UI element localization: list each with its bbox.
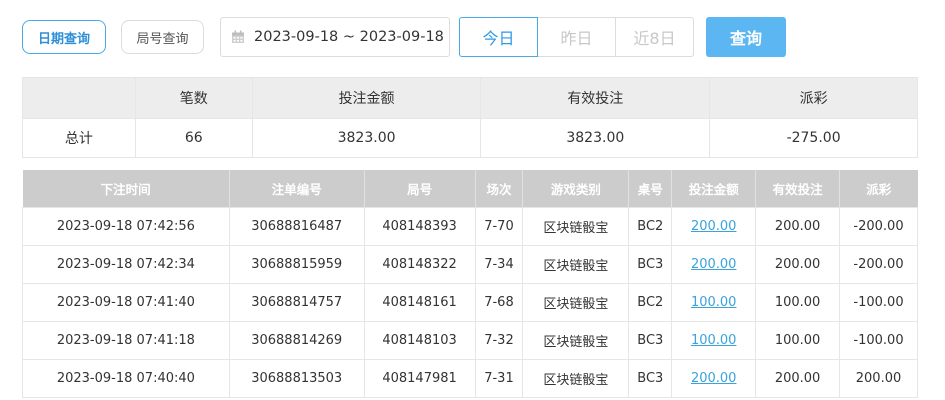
row-valid: 100.00 <box>755 320 841 360</box>
bet-amount-link[interactable]: 100.00 <box>691 295 737 310</box>
summary-total-bet: 3823.00 <box>251 118 482 158</box>
detail-header-table: 桌号 <box>628 170 673 207</box>
row-session: 7-70 <box>474 206 524 246</box>
summary-total-payout: -275.00 <box>709 118 918 158</box>
summary-total-count: 66 <box>134 118 253 158</box>
detail-header-row: 下注时间 注单编号 局号 场次 游戏类别 桌号 投注金额 有效投注 派彩 <box>22 170 918 207</box>
summary-total-label: 总计 <box>22 118 136 158</box>
row-payout: -200.00 <box>839 244 918 284</box>
row-session: 7-34 <box>474 244 524 284</box>
bet-amount-link[interactable]: 100.00 <box>691 333 737 348</box>
row-game: 区块链骰宝 <box>522 358 630 398</box>
summary-table: 笔数 投注金额 有效投注 派彩 总计 66 3823.00 3823.00 -2… <box>22 77 918 158</box>
row-session: 7-32 <box>474 320 524 360</box>
row-payout: -100.00 <box>839 282 918 322</box>
detail-header-order: 注单编号 <box>229 170 365 207</box>
row-bet-link[interactable]: 200.00 <box>671 358 757 398</box>
summary-header-valid: 有效投注 <box>480 77 711 119</box>
date-range-value: 2023-09-18 ~ 2023-09-18 <box>254 29 444 45</box>
row-valid: 200.00 <box>755 358 841 398</box>
quick-date-selector: 今日 昨日 近8日 <box>459 17 694 57</box>
calendar-icon <box>232 30 244 43</box>
row-table: BC3 <box>628 320 673 360</box>
row-order: 30688813503 <box>228 358 365 398</box>
row-session: 7-68 <box>474 282 524 322</box>
row-round: 408148393 <box>363 206 476 246</box>
date-range-picker[interactable]: 2023-09-18 ~ 2023-09-18 <box>220 17 450 57</box>
quick-yesterday-button[interactable]: 昨日 <box>537 17 616 57</box>
row-round: 408148161 <box>363 282 476 322</box>
row-payout: 200.00 <box>839 358 918 398</box>
row-valid: 200.00 <box>755 206 841 246</box>
row-time: 2023-09-18 07:41:40 <box>22 282 230 322</box>
row-game: 区块链骰宝 <box>522 244 630 284</box>
row-time: 2023-09-18 07:40:40 <box>22 358 230 398</box>
detail-header-payout: 派彩 <box>839 170 918 207</box>
summary-header-bet: 投注金额 <box>251 77 482 119</box>
row-game: 区块链骰宝 <box>522 320 630 360</box>
row-round: 408148322 <box>363 244 476 284</box>
row-game: 区块链骰宝 <box>522 206 630 246</box>
detail-header-time: 下注时间 <box>22 170 230 207</box>
detail-header-valid: 有效投注 <box>755 170 841 207</box>
table-row: 2023-09-18 07:41:18 30688814269 40814810… <box>22 320 918 360</box>
row-bet-link[interactable]: 200.00 <box>671 244 757 284</box>
tab-date-query[interactable]: 日期查询 <box>22 20 106 54</box>
row-payout: -200.00 <box>839 206 918 246</box>
summary-header-blank <box>22 77 136 119</box>
row-table: BC2 <box>628 206 673 246</box>
row-table: BC2 <box>628 282 673 322</box>
summary-header-count: 笔数 <box>134 77 253 119</box>
row-bet-link[interactable]: 200.00 <box>671 206 757 246</box>
table-row: 2023-09-18 07:41:40 30688814757 40814816… <box>22 282 918 322</box>
row-game: 区块链骰宝 <box>522 282 630 322</box>
table-row: 2023-09-18 07:42:34 30688815959 40814832… <box>22 244 918 284</box>
table-row: 2023-09-18 07:40:40 30688813503 40814798… <box>22 358 918 398</box>
tab-round-query[interactable]: 局号查询 <box>121 20 204 54</box>
row-bet-link[interactable]: 100.00 <box>671 320 757 360</box>
row-order: 30688814757 <box>228 282 365 322</box>
detail-header-game: 游戏类别 <box>522 170 630 207</box>
row-time: 2023-09-18 07:41:18 <box>22 320 230 360</box>
summary-total-valid: 3823.00 <box>480 118 711 158</box>
detail-header-round: 局号 <box>364 170 476 207</box>
row-session: 7-31 <box>474 358 524 398</box>
bet-amount-link[interactable]: 200.00 <box>691 219 737 234</box>
row-order: 30688814269 <box>228 320 365 360</box>
row-payout: -100.00 <box>839 320 918 360</box>
summary-header-row: 笔数 投注金额 有效投注 派彩 <box>22 77 918 119</box>
summary-header-payout: 派彩 <box>709 77 918 119</box>
quick-8days-button[interactable]: 近8日 <box>615 17 694 57</box>
row-table: BC3 <box>628 244 673 284</box>
table-row: 2023-09-18 07:42:56 30688816487 40814839… <box>22 206 918 246</box>
quick-today-button[interactable]: 今日 <box>459 17 538 57</box>
row-time: 2023-09-18 07:42:34 <box>22 244 230 284</box>
row-round: 408148103 <box>363 320 476 360</box>
summary-total-row: 总计 66 3823.00 3823.00 -275.00 <box>22 118 918 158</box>
query-button[interactable]: 查询 <box>706 17 786 57</box>
bet-amount-link[interactable]: 200.00 <box>691 371 737 386</box>
row-valid: 200.00 <box>755 244 841 284</box>
bet-amount-link[interactable]: 200.00 <box>691 257 737 272</box>
bet-detail-table: 下注时间 注单编号 局号 场次 游戏类别 桌号 投注金额 有效投注 派彩 202… <box>22 170 918 398</box>
detail-header-session: 场次 <box>475 170 524 207</box>
row-order: 30688815959 <box>228 244 365 284</box>
row-table: BC3 <box>628 358 673 398</box>
row-order: 30688816487 <box>228 206 365 246</box>
row-bet-link[interactable]: 100.00 <box>671 282 757 322</box>
row-round: 408147981 <box>363 358 476 398</box>
row-valid: 100.00 <box>755 282 841 322</box>
detail-header-bet: 投注金额 <box>671 170 757 207</box>
row-time: 2023-09-18 07:42:56 <box>22 206 230 246</box>
